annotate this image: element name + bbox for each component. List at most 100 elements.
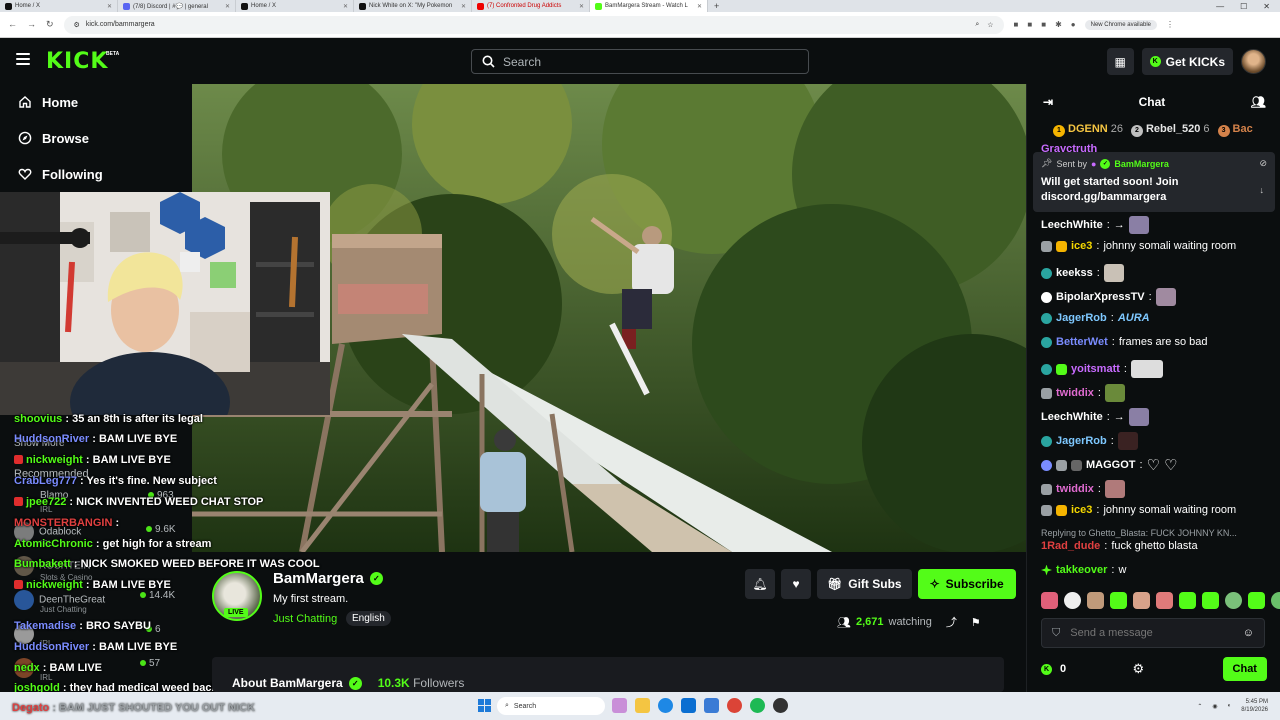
emote-icon[interactable] [1156, 592, 1173, 609]
file-explorer-icon[interactable] [635, 698, 650, 713]
emote-icon[interactable] [1110, 592, 1127, 609]
streamer-name[interactable]: BamMargera ✓ [273, 570, 383, 587]
copilot-icon[interactable] [612, 698, 627, 713]
kicks-balance[interactable]: K0 [1041, 663, 1066, 675]
chat-message: twiddix: [1041, 480, 1125, 498]
reload-icon[interactable]: ↻ [46, 19, 54, 30]
user-avatar[interactable] [1241, 49, 1266, 74]
emote-icon[interactable] [1041, 592, 1058, 609]
share-icon[interactable]: ⤴ [946, 614, 957, 630]
browser-tab[interactable]: (7/8) Discord | #💬 | general ✕ [118, 0, 236, 12]
new-tab-button[interactable]: + [708, 1, 725, 11]
dashboard-button[interactable]: ▦ [1106, 48, 1134, 75]
extension-icon[interactable]: ■ [1014, 20, 1019, 29]
windows-start-icon[interactable] [478, 699, 491, 712]
profile-icon[interactable]: ● [1071, 20, 1076, 29]
close-window-icon[interactable]: ✕ [1263, 2, 1270, 11]
spotify-icon[interactable] [750, 698, 765, 713]
chat-input-box[interactable]: ⛉ ☺ [1041, 618, 1265, 648]
extension-icon[interactable]: ■ [1027, 20, 1032, 29]
recommended-category: Just Chatting [40, 605, 87, 614]
close-tab-icon[interactable]: ✕ [697, 3, 702, 10]
unpin-icon[interactable]: ⊘ [1259, 158, 1267, 169]
chrome-update-button[interactable]: New Chrome available [1084, 19, 1157, 30]
x-icon [359, 2, 366, 10]
browser-tab[interactable]: Nick White on X: "My Pokemon ✕ [354, 0, 472, 12]
maximize-icon[interactable]: ☐ [1240, 2, 1247, 11]
chrome-icon[interactable] [727, 698, 742, 713]
leaderboard-entry[interactable]: 3 Bac [1217, 123, 1253, 137]
minimize-icon[interactable]: — [1216, 2, 1224, 11]
badge-icon [1041, 363, 1052, 375]
taskbar-clock[interactable]: 5:45 PM 8/19/2026 [1241, 698, 1268, 714]
leaderboard-entry[interactable]: 2 Rebel_520 6 [1130, 123, 1210, 137]
emote-icon[interactable] [1179, 592, 1196, 609]
report-icon[interactable]: ⚑ [971, 616, 981, 629]
subscribe-button[interactable]: ✧ Subscribe [917, 569, 1016, 599]
emote-icon[interactable] [1087, 592, 1104, 609]
kick-logo[interactable]: KICK [46, 49, 108, 74]
back-icon[interactable]: ← [8, 19, 17, 30]
close-tab-icon[interactable]: ✕ [343, 3, 348, 10]
url-field[interactable]: ⚙ kick.com/bammargera ⌕ ☆ [63, 15, 1004, 34]
obs-icon[interactable] [773, 698, 788, 713]
collapse-chat-icon[interactable]: ⇥ [1043, 95, 1053, 109]
browser-tab[interactable]: (7) Confronted Drug Addicts ✕ [472, 0, 590, 12]
users-icon[interactable]: 👥︎ [1251, 95, 1266, 109]
stream-category-link[interactable]: Just Chatting [273, 613, 337, 625]
emote-icon[interactable] [1202, 592, 1219, 609]
browser-tab[interactable]: Home / X ✕ [0, 0, 118, 12]
bookmark-star-icon[interactable]: ☆ [987, 21, 993, 29]
browser-tab[interactable]: Home / X ✕ [236, 0, 354, 12]
shield-icon[interactable]: ⛉ [1052, 627, 1060, 640]
chevron-up-icon[interactable]: ⌃ [1197, 703, 1202, 710]
network-icon[interactable]: ◉ [1212, 703, 1217, 710]
viewers-icon: 👥︎ [837, 616, 851, 629]
site-info-icon[interactable]: ⚙ [74, 21, 80, 29]
follow-button[interactable]: ♥ [781, 569, 811, 599]
search-box[interactable]: Search [471, 49, 809, 74]
mail-icon[interactable] [704, 698, 719, 713]
forward-icon[interactable]: → [27, 19, 36, 30]
store-icon[interactable] [681, 698, 696, 713]
menu-icon[interactable] [16, 53, 30, 67]
emote-icon[interactable] [1225, 592, 1242, 609]
chat-message: 1Rad_dude: fuck ghetto blasta [1041, 540, 1198, 552]
emoji-icon[interactable]: ☺ [1243, 627, 1254, 639]
sidebar-item-browse[interactable]: Browse [0, 120, 192, 156]
emote-icon[interactable] [1133, 592, 1150, 609]
emote-icon [1128, 216, 1149, 234]
close-tab-icon[interactable]: ✕ [225, 3, 230, 10]
close-tab-icon[interactable]: ✕ [461, 3, 466, 10]
taskbar-search[interactable]: ⌕ Search [497, 697, 605, 715]
leaderboard-entry[interactable]: 1 DGENN 26 [1053, 123, 1123, 137]
expand-down-icon[interactable]: ↓ [1259, 185, 1267, 195]
close-tab-icon[interactable]: ✕ [107, 3, 112, 10]
overlay-chat-line: shoovius : 35 an 8th is after its legal [14, 413, 203, 425]
notification-bell-button[interactable]: 🔔︎ [745, 569, 775, 599]
menu-dots-icon[interactable]: ⋮ [1166, 20, 1174, 29]
browser-tab-active[interactable]: BamMargera Stream - Watch L ✕ [590, 0, 708, 12]
badge-icon [1056, 459, 1067, 471]
language-tag[interactable]: English [346, 611, 391, 626]
zoom-icon[interactable]: ⌕ [975, 21, 979, 29]
pinned-header: 📌︎ Sent by ● ✓ BamMargera [1041, 158, 1169, 169]
emote-icon[interactable] [1248, 592, 1265, 609]
gift-subs-button[interactable]: 🎁︎ Gift Subs [817, 569, 912, 599]
volume-icon[interactable]: ◐ [1228, 703, 1232, 709]
close-tab-icon[interactable]: ✕ [579, 3, 584, 10]
edge-icon[interactable] [658, 698, 673, 713]
chat-input[interactable] [1070, 627, 1221, 639]
emote-icon[interactable] [1064, 592, 1081, 609]
emote-icon[interactable] [1271, 592, 1280, 609]
recommended-viewers: 9.6K [146, 524, 176, 535]
layout-icon: ▦ [1114, 54, 1126, 69]
sidebar-item-following[interactable]: Following [0, 156, 192, 192]
get-kicks-button[interactable]: K Get KICKs [1141, 48, 1233, 75]
extension-icon[interactable]: ■ [1041, 20, 1046, 29]
chat-message: keekss: [1041, 264, 1124, 282]
send-chat-button[interactable]: Chat [1222, 657, 1267, 681]
sidebar-item-home[interactable]: Home [0, 84, 192, 120]
chat-settings-icon[interactable]: ⚙ [1133, 661, 1145, 677]
puzzle-icon[interactable]: ✱ [1055, 20, 1062, 29]
